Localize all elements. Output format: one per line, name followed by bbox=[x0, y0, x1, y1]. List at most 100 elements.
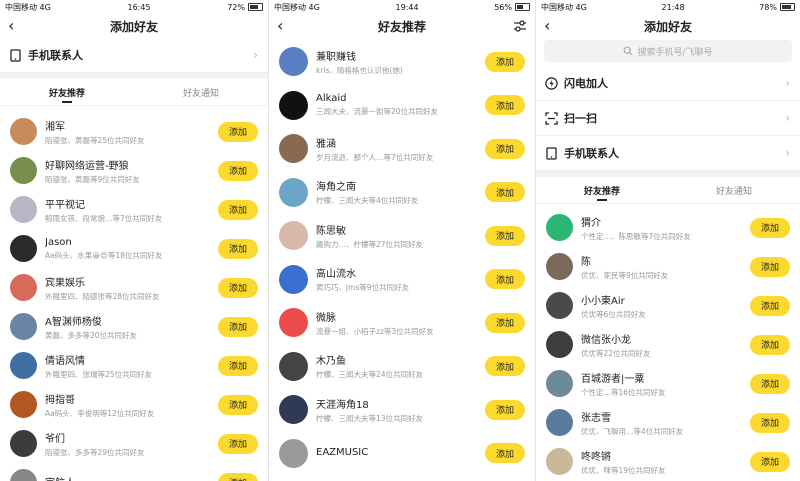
avatar[interactable] bbox=[279, 395, 308, 425]
list-item[interactable]: 微脉 流暴一姐、小稻子zz等3位共同好友 添加 bbox=[269, 301, 535, 345]
list-item[interactable]: 张志雪 优优、飞聊用…等4位共同好友 添加 bbox=[536, 403, 800, 442]
avatar[interactable] bbox=[279, 308, 308, 338]
list-item[interactable]: EAZMUSIC 添加 bbox=[269, 432, 535, 476]
list-item[interactable]: 高山流水 黄巧巧、jms等9位共同好友 添加 bbox=[269, 258, 535, 302]
list-item[interactable]: 好聊网络运营-野狼 陌德张、黄磊等9位共同好友 添加 bbox=[0, 151, 268, 190]
add-friend-button[interactable]: 添加 bbox=[485, 51, 525, 72]
avatar[interactable] bbox=[10, 430, 37, 457]
avatar[interactable] bbox=[279, 438, 308, 468]
tab-notifications[interactable]: 好友通知 bbox=[668, 177, 800, 203]
avatar[interactable] bbox=[10, 118, 37, 145]
add-friend-button[interactable]: 添加 bbox=[485, 312, 525, 333]
add-friend-button[interactable]: 添加 bbox=[485, 95, 525, 116]
list-item[interactable]: 海角之南 柠檬、三闻大夫等4位共同好友 添加 bbox=[269, 171, 535, 215]
search-input[interactable]: 搜索手机号/飞聊号 bbox=[544, 40, 792, 62]
add-friend-button[interactable]: 添加 bbox=[750, 412, 790, 433]
list-item[interactable]: 咚咚锵 优优、咪等19位共同好友 添加 bbox=[536, 442, 800, 481]
scan-entry[interactable]: 扫一扫 › bbox=[536, 101, 800, 136]
add-friend-button[interactable]: 添加 bbox=[750, 295, 790, 316]
friend-name: Jason bbox=[45, 236, 72, 248]
filter-settings-icon[interactable] bbox=[513, 18, 527, 32]
contacts-entry[interactable]: 手机联系人 › bbox=[0, 38, 268, 73]
avatar[interactable] bbox=[546, 253, 573, 280]
list-item[interactable]: 猬介 个性定…、陈思敏等7位共同好友 添加 bbox=[536, 208, 800, 247]
add-friend-button[interactable]: 添加 bbox=[750, 373, 790, 394]
avatar[interactable] bbox=[10, 391, 37, 418]
back-arrow-icon[interactable]: ‹ bbox=[544, 16, 550, 35]
add-friend-button[interactable]: 添加 bbox=[218, 433, 258, 454]
add-friend-button[interactable]: 添加 bbox=[750, 451, 790, 472]
list-item[interactable]: 兼职赚钱 kris、晴格格也认识他(她) 添加 bbox=[269, 40, 535, 84]
add-friend-button[interactable]: 添加 bbox=[485, 356, 525, 377]
avatar[interactable] bbox=[546, 448, 573, 475]
avatar[interactable] bbox=[279, 47, 308, 77]
avatar[interactable] bbox=[279, 221, 308, 251]
list-item[interactable]: 陈思敏 趣购力…、柠檬等27位共同好友 添加 bbox=[269, 214, 535, 258]
contacts-entry[interactable]: 手机联系人 › bbox=[536, 136, 800, 171]
avatar[interactable] bbox=[546, 292, 573, 319]
tab-notifications[interactable]: 好友通知 bbox=[134, 79, 268, 105]
avatar[interactable] bbox=[10, 196, 37, 223]
list-item[interactable]: 拇指哥 Aa码头、李俊明等12位共同好友 添加 bbox=[0, 385, 268, 424]
add-friend-button[interactable]: 添加 bbox=[485, 182, 525, 203]
list-item[interactable]: 爷们 陌德张、多多等29位共同好友 添加 bbox=[0, 424, 268, 463]
avatar[interactable] bbox=[546, 214, 573, 241]
avatar[interactable] bbox=[279, 351, 308, 381]
add-friend-button[interactable]: 添加 bbox=[485, 225, 525, 246]
add-friend-button[interactable]: 添加 bbox=[218, 238, 258, 259]
list-item[interactable]: 湘军 陌德张、黄磊等25位共同好友 添加 bbox=[0, 112, 268, 151]
avatar[interactable] bbox=[10, 352, 37, 379]
avatar[interactable] bbox=[279, 264, 308, 294]
avatar[interactable] bbox=[279, 90, 308, 120]
tab-recommend[interactable]: 好友推荐 bbox=[536, 177, 668, 203]
add-friend-button[interactable]: 添加 bbox=[485, 269, 525, 290]
list-item[interactable]: 倩语风情 外賤里四、张瑞等25位共同好友 添加 bbox=[0, 346, 268, 385]
friend-name: 爷们 bbox=[45, 433, 65, 445]
list-item[interactable]: 宾果娱乐 外賤里四、陌德张等28位共同好友 添加 bbox=[0, 268, 268, 307]
add-friend-button[interactable]: 添加 bbox=[750, 256, 790, 277]
avatar[interactable] bbox=[10, 313, 37, 340]
list-item[interactable]: Alkaid 三闻大夫、流暴一姐等20位共同好友 添加 bbox=[269, 84, 535, 128]
list-item[interactable]: 百城游者|一粟个性定…等16位共同好友 添加 bbox=[536, 364, 800, 403]
back-arrow-icon[interactable]: ‹ bbox=[277, 16, 283, 35]
add-friend-button[interactable]: 添加 bbox=[218, 472, 258, 481]
avatar[interactable] bbox=[10, 235, 37, 262]
flash-add-entry[interactable]: 闪电加人 › bbox=[536, 66, 800, 101]
avatar[interactable] bbox=[546, 409, 573, 436]
list-item[interactable]: A智渊师杨俊 黄磊、多多等20位共同好友 添加 bbox=[0, 307, 268, 346]
avatar[interactable] bbox=[10, 274, 37, 301]
add-friend-button[interactable]: 添加 bbox=[750, 334, 790, 355]
back-arrow-icon[interactable]: ‹ bbox=[8, 16, 14, 35]
list-item[interactable]: 平平视记 鲸雨女孩、段常貌…等7位共同好友 添加 bbox=[0, 190, 268, 229]
list-item[interactable]: 雅涵 岁月流逝、那个人…等7位共同好友 添加 bbox=[269, 127, 535, 171]
list-item[interactable]: Jason Aa码头、水果😀😍等18位共同好友 添加 bbox=[0, 229, 268, 268]
add-friend-button[interactable]: 添加 bbox=[485, 443, 525, 464]
avatar[interactable] bbox=[10, 469, 37, 481]
list-item[interactable]: 陈优优、家民等9位共同好友 添加 bbox=[536, 247, 800, 286]
tab-recommend[interactable]: 好友推荐 bbox=[0, 79, 134, 105]
add-friend-button[interactable]: 添加 bbox=[218, 160, 258, 181]
list-item[interactable]: 小小東Air 优优等6位共同好友 添加 bbox=[536, 286, 800, 325]
friend-name: 百城游者|一粟 bbox=[581, 373, 645, 385]
avatar[interactable] bbox=[279, 177, 308, 207]
add-friend-button[interactable]: 添加 bbox=[218, 316, 258, 337]
friend-name: 陈 bbox=[581, 256, 591, 268]
avatar[interactable] bbox=[10, 157, 37, 184]
list-item[interactable]: 微信张小龙 优优等22位共同好友 添加 bbox=[536, 325, 800, 364]
avatar[interactable] bbox=[546, 370, 573, 397]
avatar[interactable] bbox=[546, 331, 573, 358]
add-friend-button[interactable]: 添加 bbox=[218, 355, 258, 376]
lightning-icon bbox=[544, 76, 558, 90]
list-item[interactable]: 木乃鱼 柠檬、三闻大夫等24位共同好友 添加 bbox=[269, 345, 535, 389]
list-item[interactable]: 天涯海角18 柠檬、三闻大夫等13位共同好友 添加 bbox=[269, 388, 535, 432]
add-friend-button[interactable]: 添加 bbox=[218, 121, 258, 142]
add-friend-button[interactable]: 添加 bbox=[485, 138, 525, 159]
avatar[interactable] bbox=[279, 134, 308, 164]
list-item[interactable]: 宇航人添加 bbox=[0, 463, 268, 481]
add-friend-button[interactable]: 添加 bbox=[485, 399, 525, 420]
add-friend-button[interactable]: 添加 bbox=[218, 277, 258, 298]
add-friend-button[interactable]: 添加 bbox=[218, 199, 258, 220]
add-friend-button[interactable]: 添加 bbox=[750, 217, 790, 238]
add-friend-button[interactable]: 添加 bbox=[218, 394, 258, 415]
mutual-friends-text: 个性定…等16位共同好友 bbox=[581, 387, 666, 397]
